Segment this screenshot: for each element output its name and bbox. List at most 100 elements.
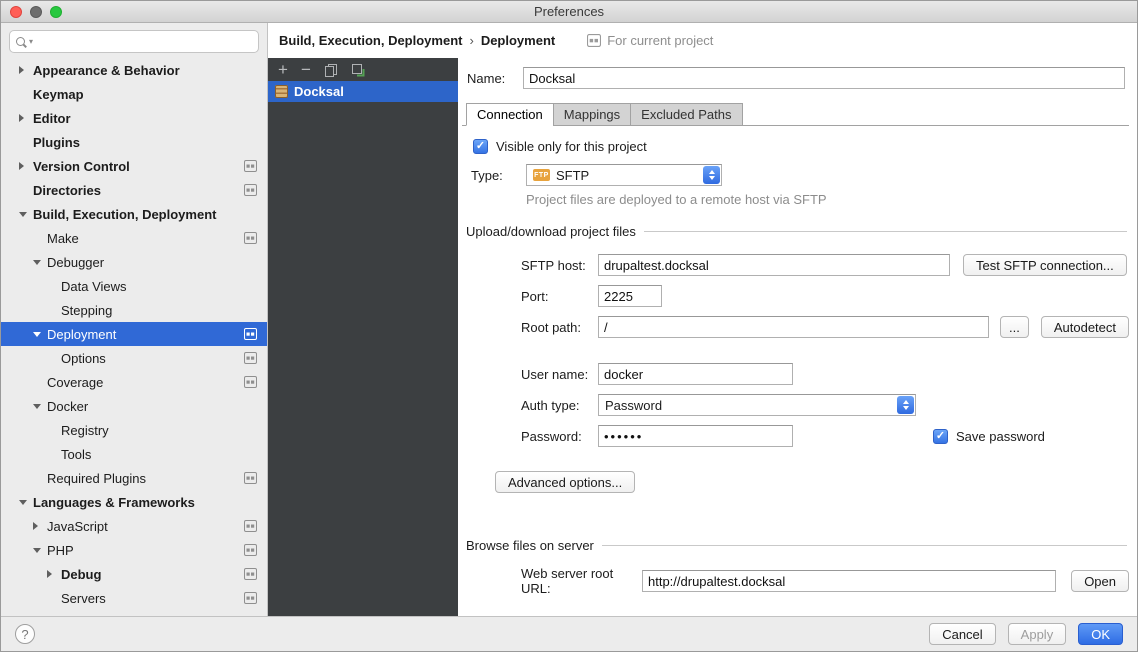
chevron-down-icon[interactable] <box>19 212 33 217</box>
sidebar-item-data-views[interactable]: Data Views <box>1 274 267 298</box>
sidebar-item-registry[interactable]: Registry <box>1 418 267 442</box>
web-server-root-url-input[interactable] <box>642 570 1056 592</box>
sidebar-item-label: Deployment <box>47 327 116 342</box>
visible-only-checkbox[interactable] <box>473 139 488 154</box>
current-project-icon <box>244 544 257 556</box>
chevron-down-icon[interactable] <box>19 500 33 505</box>
sidebar-item-label: Make <box>47 231 79 246</box>
dropdown-stepper-icon[interactable] <box>703 166 720 184</box>
current-project-icon <box>587 34 601 47</box>
chevron-down-icon[interactable] <box>33 332 47 337</box>
dialog-footer: ? Cancel Apply OK <box>1 616 1137 651</box>
current-project-icon <box>244 184 257 196</box>
settings-search-input[interactable] <box>36 34 252 49</box>
chevron-right-icon[interactable] <box>33 522 47 530</box>
breadcrumb-section[interactable]: Build, Execution, Deployment <box>279 33 462 48</box>
preferences-window: Preferences ▾ Appearance & Behavior Keym… <box>0 0 1138 652</box>
current-project-icon <box>244 568 257 580</box>
sidebar-item-make[interactable]: Make <box>1 226 267 250</box>
section-divider <box>644 231 1127 232</box>
sidebar-item-editor[interactable]: Editor <box>1 106 267 130</box>
sidebar-item-javascript[interactable]: JavaScript <box>1 514 267 538</box>
advanced-options-button[interactable]: Advanced options... <box>495 471 635 493</box>
tab-mappings[interactable]: Mappings <box>553 103 631 126</box>
open-url-button[interactable]: Open <box>1071 570 1129 592</box>
settings-search[interactable]: ▾ <box>9 30 259 53</box>
close-window-button[interactable] <box>10 6 22 18</box>
cancel-button[interactable]: Cancel <box>929 623 995 645</box>
current-project-icon <box>244 592 257 604</box>
tab-connection[interactable]: Connection <box>466 103 554 126</box>
root-path-input[interactable] <box>598 316 989 338</box>
sidebar-item-required-plugins[interactable]: Required Plugins <box>1 466 267 490</box>
port-input[interactable] <box>598 285 662 307</box>
sidebar-item-tools[interactable]: Tools <box>1 442 267 466</box>
sidebar-item-debugger[interactable]: Debugger <box>1 250 267 274</box>
type-dropdown[interactable]: FTP SFTP <box>526 164 722 186</box>
traffic-lights <box>10 6 62 18</box>
ok-button[interactable]: OK <box>1078 623 1123 645</box>
user-name-input[interactable] <box>598 363 793 385</box>
sidebar-item-keymap[interactable]: Keymap <box>1 82 267 106</box>
password-input[interactable] <box>598 425 793 447</box>
sidebar-item-label: Directories <box>33 183 101 198</box>
sidebar-item-label: Debugger <box>47 255 104 270</box>
sidebar-item-label: Keymap <box>33 87 84 102</box>
upload-section-header: Upload/download project files <box>466 224 1127 239</box>
chevron-down-icon[interactable] <box>33 260 47 265</box>
auth-type-label: Auth type: <box>521 398 598 413</box>
sidebar-item-label: Tools <box>61 447 91 462</box>
apply-button[interactable]: Apply <box>1008 623 1067 645</box>
current-project-icon <box>244 232 257 244</box>
sidebar-item-plugins[interactable]: Plugins <box>1 130 267 154</box>
chevron-right-icon[interactable] <box>19 162 33 170</box>
remove-server-button[interactable]: − <box>301 61 311 78</box>
sftp-host-input[interactable] <box>598 254 950 276</box>
server-list-item-docksal[interactable]: Docksal <box>268 81 458 102</box>
sidebar-item-languages-frameworks[interactable]: Languages & Frameworks <box>1 490 267 514</box>
sidebar-item-options[interactable]: Options <box>1 346 267 370</box>
upload-section-title: Upload/download project files <box>466 224 636 239</box>
sidebar-item-version-control[interactable]: Version Control <box>1 154 267 178</box>
chevron-right-icon[interactable] <box>19 114 33 122</box>
sidebar-item-coverage[interactable]: Coverage <box>1 370 267 394</box>
scope-label: For current project <box>607 33 713 48</box>
sidebar-item-label: Languages & Frameworks <box>33 495 195 510</box>
add-server-button[interactable]: + <box>278 61 288 78</box>
chevron-right-icon[interactable] <box>47 570 61 578</box>
sidebar-item-label: Options <box>61 351 106 366</box>
auth-type-dropdown[interactable]: Password <box>598 394 916 416</box>
chevron-down-icon[interactable] <box>33 548 47 553</box>
sidebar-item-label: Plugins <box>33 135 80 150</box>
copy-server-button[interactable] <box>324 63 338 77</box>
browse-root-path-button[interactable]: ... <box>1000 316 1029 338</box>
sidebar-item-label: PHP <box>47 543 74 558</box>
name-label: Name: <box>467 71 523 86</box>
chevron-right-icon[interactable] <box>19 66 33 74</box>
move-server-button[interactable] <box>351 63 365 77</box>
sidebar-item-docker[interactable]: Docker <box>1 394 267 418</box>
sidebar-item-servers[interactable]: Servers <box>1 586 267 610</box>
sidebar-item-label: Version Control <box>33 159 130 174</box>
search-options-chevron-icon[interactable]: ▾ <box>29 37 33 46</box>
save-password-checkbox[interactable] <box>933 429 948 444</box>
zoom-window-button[interactable] <box>50 6 62 18</box>
server-icon <box>275 85 288 98</box>
settings-tree: Appearance & Behavior Keymap Editor Plug… <box>1 58 267 616</box>
dropdown-stepper-icon[interactable] <box>897 396 914 414</box>
sidebar-item-php[interactable]: PHP <box>1 538 267 562</box>
web-server-root-url-label: Web server root URL: <box>521 566 642 596</box>
sidebar-item-build-execution-deployment[interactable]: Build, Execution, Deployment <box>1 202 267 226</box>
chevron-down-icon[interactable] <box>33 404 47 409</box>
sidebar-item-appearance-behavior[interactable]: Appearance & Behavior <box>1 58 267 82</box>
test-sftp-connection-button[interactable]: Test SFTP connection... <box>963 254 1127 276</box>
name-input[interactable] <box>523 67 1125 89</box>
sidebar-item-deployment[interactable]: Deployment <box>1 322 267 346</box>
sidebar-item-debug[interactable]: Debug <box>1 562 267 586</box>
help-button[interactable]: ? <box>15 624 35 644</box>
autodetect-button[interactable]: Autodetect <box>1041 316 1129 338</box>
breadcrumb: Build, Execution, Deployment › Deploymen… <box>268 23 1137 58</box>
sidebar-item-stepping[interactable]: Stepping <box>1 298 267 322</box>
tab-excluded-paths[interactable]: Excluded Paths <box>630 103 742 126</box>
sidebar-item-directories[interactable]: Directories <box>1 178 267 202</box>
